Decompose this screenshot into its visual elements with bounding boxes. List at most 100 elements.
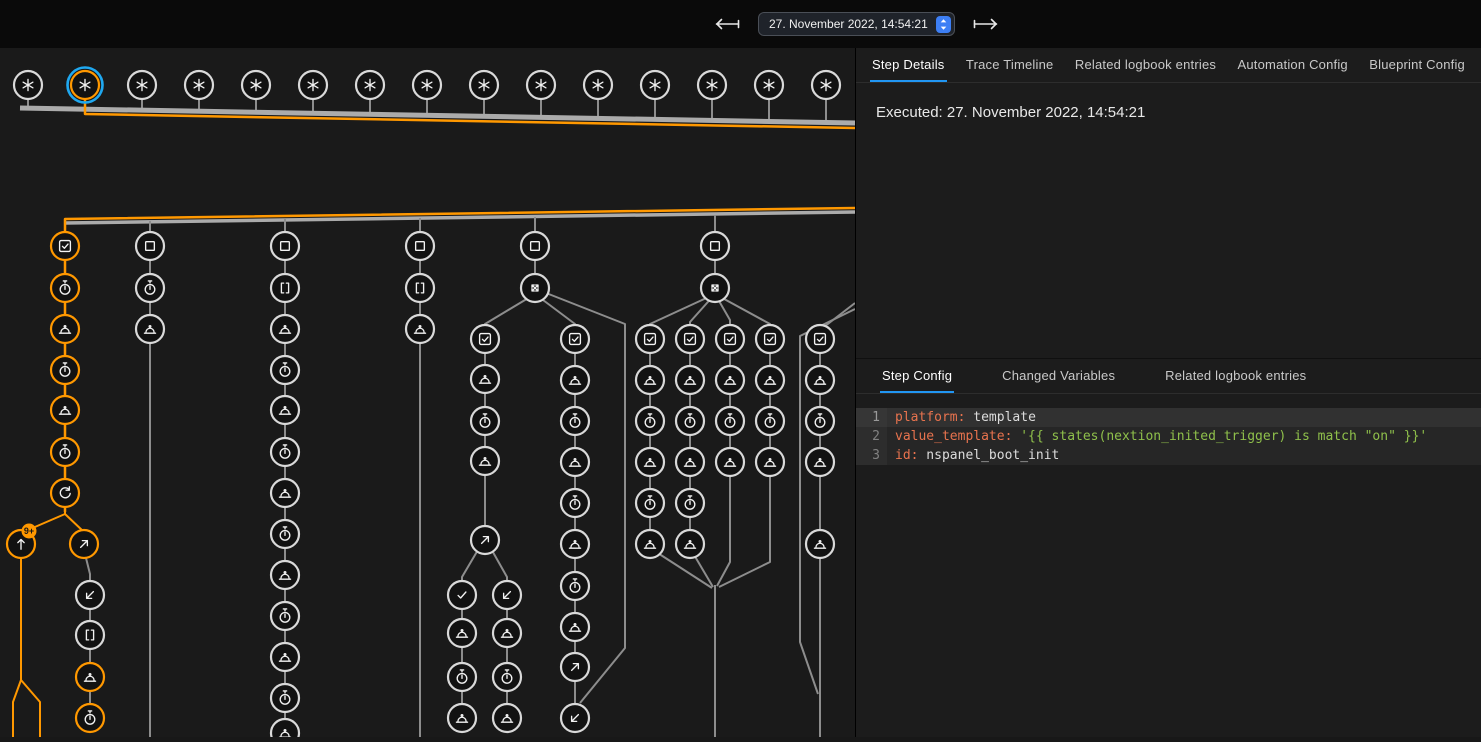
- trace-node-timer[interactable]: [271, 602, 299, 630]
- trace-node-service[interactable]: [756, 366, 784, 394]
- trace-node-service[interactable]: [676, 448, 704, 476]
- trace-node-service[interactable]: [806, 366, 834, 394]
- trace-node-square[interactable]: [406, 232, 434, 260]
- run-datetime-select[interactable]: 27. November 2022, 14:54:21: [758, 12, 955, 36]
- trace-node-service[interactable]: [676, 530, 704, 558]
- tab-step-config[interactable]: Step Config: [880, 359, 954, 393]
- trace-node-service[interactable]: [448, 619, 476, 647]
- trace-node-service[interactable]: [406, 315, 434, 343]
- trace-node-timer[interactable]: [76, 704, 104, 732]
- trace-node-timer[interactable]: [51, 274, 79, 302]
- trace-node-service[interactable]: [76, 663, 104, 691]
- trace-node-service[interactable]: [756, 448, 784, 476]
- trace-node-timer[interactable]: [636, 407, 664, 435]
- trace-node-asterisk[interactable]: [185, 71, 213, 99]
- trace-node-service[interactable]: [51, 315, 79, 343]
- trace-node-service[interactable]: [271, 479, 299, 507]
- trace-node-asterisk[interactable]: [527, 71, 555, 99]
- trace-node-asterisk[interactable]: [14, 71, 42, 99]
- tab-trace-timeline[interactable]: Trace Timeline: [964, 48, 1056, 82]
- trace-node-asterisk[interactable]: [413, 71, 441, 99]
- trace-node-service[interactable]: [493, 619, 521, 647]
- trace-node-asterisk[interactable]: [68, 68, 103, 103]
- trace-node-timer[interactable]: [271, 684, 299, 712]
- tab-blueprint-config[interactable]: Blueprint Config: [1367, 48, 1467, 82]
- trace-node-service[interactable]: [271, 396, 299, 424]
- trace-node-timer[interactable]: [51, 438, 79, 466]
- trace-node-timer[interactable]: [448, 663, 476, 691]
- trace-node-condition[interactable]: [471, 325, 499, 353]
- tab-automation-config[interactable]: Automation Config: [1236, 48, 1350, 82]
- trace-node-service[interactable]: [636, 448, 664, 476]
- trace-node-condition[interactable]: [51, 232, 79, 260]
- trace-node-service[interactable]: [561, 530, 589, 558]
- trace-node-timer[interactable]: [561, 489, 589, 517]
- trace-node-service[interactable]: [561, 613, 589, 641]
- trace-node-service[interactable]: [806, 530, 834, 558]
- trace-node-service[interactable]: [471, 365, 499, 393]
- trace-node-timer[interactable]: [471, 407, 499, 435]
- tab-step-details[interactable]: Step Details: [870, 48, 947, 82]
- trace-node-square[interactable]: [136, 232, 164, 260]
- trace-node-service[interactable]: [271, 643, 299, 671]
- trace-node-arrow-sw[interactable]: [493, 581, 521, 609]
- trace-node-arrow-ne[interactable]: [561, 653, 589, 681]
- trace-node-service[interactable]: [676, 366, 704, 394]
- trace-node-timer[interactable]: [271, 520, 299, 548]
- trace-node-condition[interactable]: [676, 325, 704, 353]
- trace-node-brackets[interactable]: [76, 621, 104, 649]
- trace-node-timer[interactable]: [636, 489, 664, 517]
- trace-node-arrow-ne[interactable]: [70, 530, 98, 558]
- trace-node-timer[interactable]: [51, 356, 79, 384]
- trace-node-service[interactable]: [136, 315, 164, 343]
- trace-node-brackets[interactable]: [271, 274, 299, 302]
- trace-node-service[interactable]: [636, 366, 664, 394]
- trace-node-asterisk[interactable]: [641, 71, 669, 99]
- trace-node-timer[interactable]: [561, 407, 589, 435]
- trace-node-arrow-sw[interactable]: [76, 581, 104, 609]
- trace-node-timer[interactable]: [806, 407, 834, 435]
- trace-node-timer[interactable]: [493, 663, 521, 691]
- trace-node-square[interactable]: [271, 232, 299, 260]
- trace-node-brackets[interactable]: [406, 274, 434, 302]
- trace-node-timer[interactable]: [756, 407, 784, 435]
- trace-node-service[interactable]: [636, 530, 664, 558]
- trace-node-square[interactable]: [521, 232, 549, 260]
- previous-run-arrow-icon[interactable]: [712, 17, 742, 31]
- trace-node-condition[interactable]: [636, 325, 664, 353]
- trace-node-timer[interactable]: [716, 407, 744, 435]
- trace-node-timer[interactable]: [271, 356, 299, 384]
- tab-changed-variables[interactable]: Changed Variables: [1000, 359, 1117, 393]
- trace-node-asterisk[interactable]: [584, 71, 612, 99]
- trace-node-asterisk[interactable]: [242, 71, 270, 99]
- trace-node-timer[interactable]: [561, 572, 589, 600]
- trace-node-timer[interactable]: [271, 438, 299, 466]
- trace-node-condition[interactable]: [716, 325, 744, 353]
- trace-node-condition[interactable]: [806, 325, 834, 353]
- trace-node-service[interactable]: [271, 315, 299, 343]
- automation-trace-graph[interactable]: 9+: [0, 48, 855, 737]
- trace-node-asterisk[interactable]: [299, 71, 327, 99]
- trace-node-service[interactable]: [561, 366, 589, 394]
- trace-node-service[interactable]: [716, 448, 744, 476]
- trace-node-arrow-ne[interactable]: [471, 526, 499, 554]
- trace-node-timer[interactable]: [136, 274, 164, 302]
- trace-node-timer[interactable]: [676, 407, 704, 435]
- trace-node-asterisk[interactable]: [755, 71, 783, 99]
- trace-node-timer[interactable]: [676, 489, 704, 517]
- trace-node-asterisk[interactable]: [128, 71, 156, 99]
- trace-node-check[interactable]: [448, 581, 476, 609]
- trace-node-service[interactable]: [51, 396, 79, 424]
- trace-node-service[interactable]: [271, 719, 299, 737]
- trace-node-split[interactable]: [701, 274, 729, 302]
- trace-node-service[interactable]: [471, 447, 499, 475]
- trace-node-split[interactable]: [521, 274, 549, 302]
- trace-node-asterisk[interactable]: [698, 71, 726, 99]
- trace-node-service[interactable]: [493, 704, 521, 732]
- trace-node-service[interactable]: [806, 448, 834, 476]
- trace-node-service[interactable]: [716, 366, 744, 394]
- trace-node-service[interactable]: [561, 448, 589, 476]
- trace-node-asterisk[interactable]: [812, 71, 840, 99]
- next-run-arrow-icon[interactable]: [971, 17, 1001, 31]
- tab-related-logbook-entries[interactable]: Related logbook entries: [1163, 359, 1308, 393]
